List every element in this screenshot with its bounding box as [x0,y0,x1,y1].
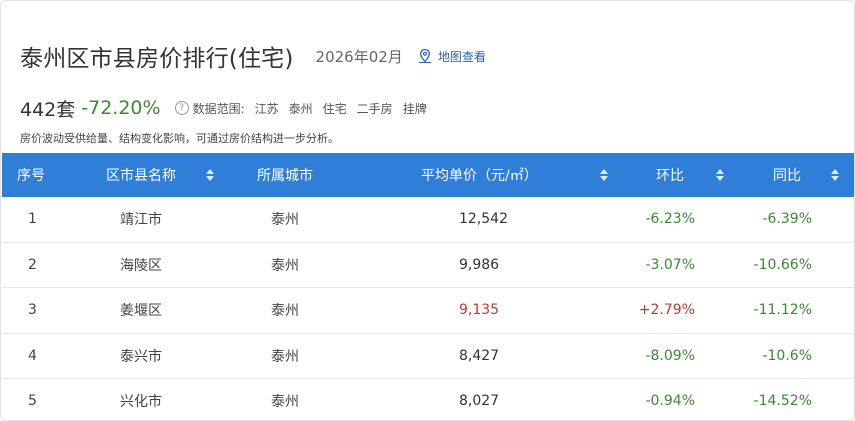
table-header: 序号 区市县名称 所属城市 平均单价（元/㎡） 环比 同比 [2,153,854,197]
cell-district: 兴化市 [120,394,162,411]
cell-yoy: -11.12% [753,302,812,319]
summary-row: 442套 -72.20% ? 数据范围: 江苏 泰州 住宅 二手房 挂牌 [20,95,427,121]
cell-rank: 1 [28,211,37,228]
title-row: 泰州区市县房价排行(住宅) 2026年02月 地图查看 [20,39,486,73]
scope-tag-type: 住宅 [322,101,347,116]
column-label: 同比 [773,168,801,184]
cell-district: 泰兴市 [120,348,162,365]
cell-city: 泰州 [271,303,299,320]
cell-district: 姜堰区 [120,303,162,320]
ranking-table: 序号 区市县名称 所属城市 平均单价（元/㎡） 环比 同比 1 靖江市 泰州 1… [2,153,854,420]
report-date: 2026年02月 [315,47,403,66]
cell-yoy: -14.52% [753,393,812,410]
cell-yoy: -10.6% [762,347,812,364]
map-view-label: 地图查看 [437,49,486,64]
column-label: 平均单价（元/㎡） [421,168,538,184]
table-row[interactable]: 1 靖江市 泰州 12,542 -6.23% -6.39% [2,197,854,243]
sort-icon[interactable] [716,169,724,181]
column-header-rank: 序号 [17,153,45,197]
column-header-district[interactable]: 区市县名称 [106,153,214,197]
scope-tag-market: 二手房 [356,101,393,116]
map-view-link[interactable]: 地图查看 [417,48,486,65]
cell-mom: +2.79% [638,302,695,319]
cell-city: 泰州 [271,257,299,274]
help-icon[interactable]: ? [174,101,189,115]
cell-mom: -6.23% [645,211,695,228]
cell-price: 8,027 [459,393,500,410]
count-change: -72.20% [81,97,161,119]
cell-district: 海陵区 [120,257,162,274]
table-body: 1 靖江市 泰州 12,542 -6.23% -6.39% 2 海陵区 泰州 9… [2,197,854,420]
column-label: 所属城市 [257,168,313,184]
analysis-note: 房价波动受供给量、结构变化影响，可通过房价结构进一步分析。 [20,132,339,145]
cell-rank: 5 [28,393,37,410]
scope-tag-province: 江苏 [254,101,279,116]
column-header-mom[interactable]: 环比 [656,153,724,197]
cell-price: 12,542 [459,211,508,228]
cell-city: 泰州 [271,212,299,229]
cell-rank: 2 [28,256,37,273]
table-row[interactable]: 5 兴化市 泰州 8,027 -0.94% -14.52% [2,379,854,420]
cell-rank: 4 [28,347,37,364]
cell-city: 泰州 [271,348,299,365]
cell-yoy: -10.66% [753,256,812,273]
page-title: 泰州区市县房价排行(住宅) [20,46,294,72]
table-row[interactable]: 2 海陵区 泰州 9,986 -3.07% -10.66% [2,243,854,288]
column-label: 序号 [17,168,45,184]
cell-price: 8,427 [459,347,500,364]
column-header-city: 所属城市 [257,153,313,197]
column-header-yoy[interactable]: 同比 [773,153,839,197]
table-row[interactable]: 3 姜堰区 泰州 9,135 +2.79% -11.12% [2,288,854,334]
price-ranking-card: 泰州区市县房价排行(住宅) 2026年02月 地图查看 442套 -72.20%… [0,0,855,421]
cell-yoy: -6.39% [762,211,812,228]
cell-mom: -0.94% [645,393,695,410]
cell-city: 泰州 [271,394,299,411]
sort-icon[interactable] [831,169,839,181]
cell-rank: 3 [28,302,37,319]
cell-price: 9,135 [459,302,500,319]
scope-label: 数据范围: [192,101,245,116]
scope-tag-source: 挂牌 [402,101,427,116]
column-label: 区市县名称 [106,168,176,184]
table-row[interactable]: 4 泰兴市 泰州 8,427 -8.09% -10.6% [2,334,854,379]
cell-price: 9,986 [459,256,500,273]
scope-tag-city: 泰州 [288,101,313,116]
sort-icon[interactable] [206,169,214,181]
column-header-price[interactable]: 平均单价（元/㎡） [421,153,608,197]
column-label: 环比 [656,168,684,184]
map-pin-icon [418,48,431,64]
cell-mom: -3.07% [645,256,695,273]
listing-count: 442套 [20,98,76,121]
cell-mom: -8.09% [645,347,695,364]
sort-icon[interactable] [599,169,608,181]
cell-district: 靖江市 [120,212,162,229]
